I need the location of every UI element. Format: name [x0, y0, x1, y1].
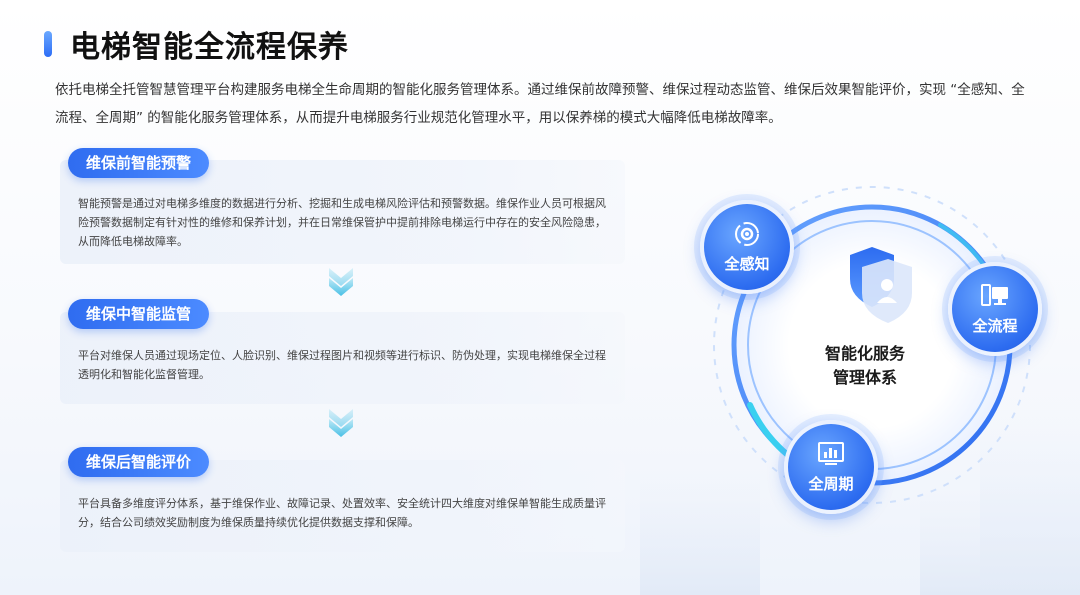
section-label-in-maintenance: 维保中智能监管 — [68, 299, 210, 329]
diagram-center-label: 智能化服务 管理体系 — [785, 342, 945, 390]
gear-cycle-icon — [735, 221, 759, 246]
node-full-process: 全流程 — [948, 262, 1042, 356]
center-label-line2: 管理体系 — [832, 368, 897, 387]
chart-icon — [818, 441, 844, 465]
page-header: 电梯智能全流程保养 — [44, 22, 349, 66]
node-label: 全流程 — [972, 316, 1018, 335]
section-label-post-maintenance: 维保后智能评价 — [68, 447, 210, 477]
intro-paragraph: 依托电梯全托管智慧管理平台构建服务电梯全生命周期的智能化服务管理体系。通过维保前… — [55, 82, 1025, 126]
node-label: 全周期 — [808, 474, 854, 493]
page-title: 电梯智能全流程保养 — [70, 30, 349, 65]
title-accent-bar — [44, 31, 52, 57]
computer-icon — [981, 283, 1008, 306]
section-label-pre-maintenance: 维保前智能预警 — [68, 148, 210, 178]
node-label: 全感知 — [724, 254, 770, 273]
node-full-cycle: 全周期 — [784, 420, 878, 514]
center-label-line1: 智能化服务 — [824, 344, 905, 363]
down-arrow-icon — [329, 409, 353, 437]
node-full-perception: 全感知 — [700, 200, 794, 294]
down-arrow-icon — [329, 268, 353, 296]
